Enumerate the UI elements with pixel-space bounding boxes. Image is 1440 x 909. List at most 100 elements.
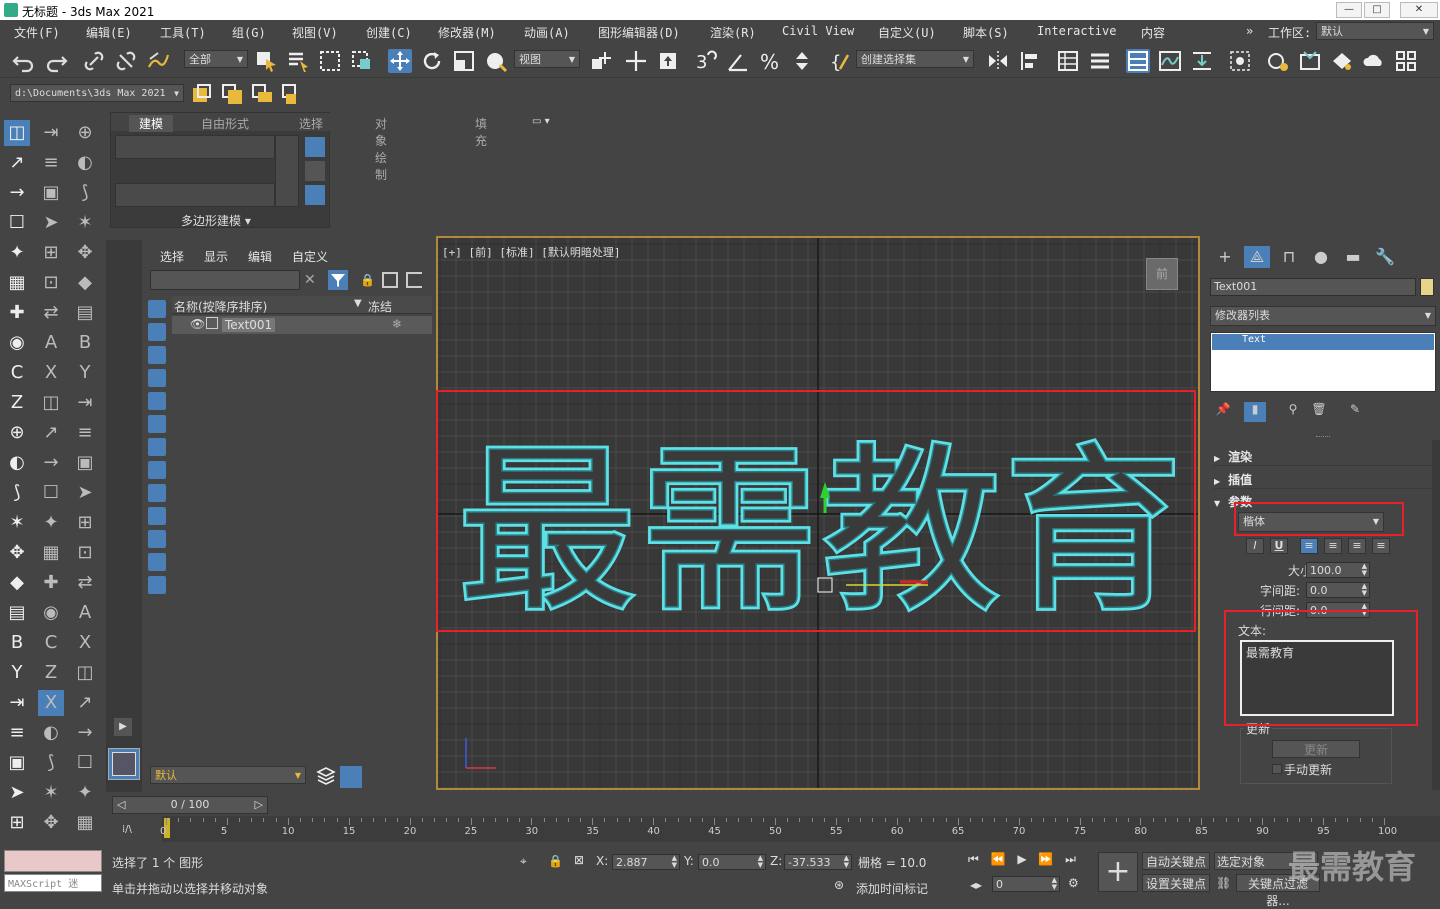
select-manipulate-icon[interactable] — [624, 49, 648, 73]
type-filter-icon[interactable] — [148, 622, 166, 640]
explorer-tab-3[interactable]: 自定义 — [292, 248, 328, 265]
ribbon-tool-icon[interactable] — [305, 185, 325, 205]
menu-item-12[interactable]: 脚本(S) — [963, 24, 1009, 41]
maximize-button[interactable]: □ — [1364, 2, 1390, 18]
cmd-tab-icon-1[interactable]: ⟁ — [1244, 246, 1270, 268]
clear-search-icon[interactable]: ✕ — [304, 272, 316, 288]
tool-strip-icon[interactable]: ⊞ — [38, 240, 64, 266]
tool-strip-icon[interactable]: ◫ — [72, 660, 98, 686]
tool-strip-icon[interactable]: ➤ — [38, 210, 64, 236]
manual-update-checkbox[interactable] — [1272, 764, 1282, 774]
tool-strip-icon[interactable]: ➤ — [72, 480, 98, 506]
set-key-button[interactable]: 设置关键点 — [1142, 874, 1210, 892]
menu-item-5[interactable]: 创建(C) — [366, 24, 412, 41]
tool-strip-icon[interactable]: ▣ — [72, 450, 98, 476]
rect-selection-icon[interactable] — [318, 49, 342, 73]
tool-strip-icon[interactable]: Y — [72, 360, 98, 386]
align-icon[interactable] — [1018, 49, 1042, 73]
col-name-header[interactable]: 名称(按降序排序) — [174, 298, 267, 315]
menu-item-0[interactable]: 文件(F) — [14, 24, 60, 41]
tool-strip-icon[interactable]: ⊕ — [72, 120, 98, 146]
type-filter-icon[interactable] — [148, 392, 166, 410]
stack-tool-icon-4[interactable]: ✎ — [1344, 402, 1366, 422]
ribbon-tab-2[interactable]: 选择 — [299, 115, 323, 132]
key-filter-icon[interactable]: ⛓ — [1216, 876, 1231, 890]
tool-strip-icon[interactable]: ⊡ — [72, 540, 98, 566]
tool-strip-icon[interactable]: ▣ — [38, 180, 64, 206]
bind-spacewarp-icon[interactable] — [146, 49, 170, 73]
redo-icon[interactable] — [44, 49, 68, 73]
tool-strip-icon[interactable]: ≡ — [38, 150, 64, 176]
eye-icon[interactable]: 👁 — [190, 317, 205, 331]
playback-controls[interactable]: ⏮ ⏪ ▶ ⏩ ⏭ — [968, 852, 1080, 867]
type-filter-icon[interactable] — [148, 415, 166, 433]
justify-icon[interactable]: ≡ — [1372, 538, 1390, 554]
tool-strip-icon[interactable]: ✦ — [72, 780, 98, 806]
spinner-icon[interactable]: ▲ ▼ — [672, 855, 677, 869]
tool-strip-icon[interactable]: ✥ — [72, 240, 98, 266]
ribbon-tab-3[interactable]: 对象绘制 — [375, 115, 387, 183]
type-filter-icon[interactable] — [148, 507, 166, 525]
menu-item-11[interactable]: 自定义(U) — [878, 24, 936, 41]
menu-item-13[interactable]: Interactive — [1037, 24, 1116, 38]
tool-strip-icon[interactable]: ⊡ — [38, 270, 64, 296]
close-button[interactable]: ✕ — [1400, 2, 1438, 18]
menu-item-9[interactable]: 渲染(R) — [710, 24, 756, 41]
sort-arrow-icon[interactable]: ▼ — [354, 298, 362, 309]
tool-strip-icon[interactable]: ⟆ — [38, 750, 64, 776]
tool-strip-icon[interactable]: X — [72, 630, 98, 656]
tool-strip-icon[interactable]: ✦ — [38, 510, 64, 536]
tool-strip-icon[interactable]: Z — [38, 660, 64, 686]
cmd-tab-icon-2[interactable]: ⊓ — [1276, 246, 1302, 268]
ribbon-tab-0[interactable]: 建模 — [129, 115, 174, 132]
hierarchy-icon[interactable] — [382, 272, 398, 288]
ribbon-options-icon[interactable]: ▭ ▾ — [532, 116, 550, 127]
spinner-icon[interactable]: ▲ ▼ — [758, 855, 763, 869]
menu-item-14[interactable]: 内容 — [1141, 24, 1165, 41]
cmd-tab-icon-0[interactable]: + — [1212, 246, 1238, 268]
tool-strip-icon[interactable]: ⟆ — [72, 180, 98, 206]
a360-gallery-icon[interactable] — [1394, 49, 1418, 73]
tool-strip-icon[interactable]: ▤ — [72, 300, 98, 326]
object-color-swatch[interactable] — [1420, 278, 1434, 296]
scene-explorer-icon[interactable] — [1126, 49, 1150, 73]
tool-strip-icon[interactable]: ⇥ — [72, 390, 98, 416]
maxscript-input[interactable]: MAXScript 迷 — [4, 874, 102, 892]
edit-named-selection-icon[interactable]: { — [828, 49, 852, 73]
project-open-icon[interactable] — [220, 82, 244, 106]
tool-strip-icon[interactable]: → — [38, 450, 64, 476]
menu-item-7[interactable]: 动画(A) — [524, 24, 570, 41]
type-filter-icon[interactable] — [148, 668, 166, 686]
type-filter-icon[interactable] — [148, 645, 166, 663]
tool-strip-icon[interactable]: A — [72, 600, 98, 626]
snaps-toggle-icon[interactable]: 3 — [694, 49, 718, 73]
curve-editor-icon[interactable] — [1158, 49, 1182, 73]
italic-icon[interactable]: I — [1246, 538, 1264, 554]
tool-strip-icon[interactable]: ✶ — [4, 510, 30, 536]
menu-item-8[interactable]: 图形编辑器(D) — [598, 24, 680, 41]
tool-strip-icon[interactable]: X — [38, 690, 64, 716]
viewport-layout-icon[interactable] — [108, 748, 140, 780]
type-filter-icon[interactable] — [148, 300, 166, 318]
time-config-icon[interactable]: ⚙ — [1068, 876, 1079, 890]
track-bar-icon[interactable]: ⁞/\ — [122, 824, 132, 835]
stack-tool-icon-3[interactable]: 🗑 — [1308, 402, 1330, 422]
link-icon[interactable] — [82, 49, 106, 73]
menu-item-1[interactable]: 编辑(E) — [86, 24, 132, 41]
tool-strip-icon[interactable]: ⟆ — [4, 480, 30, 506]
tool-strip-icon[interactable]: ◉ — [4, 330, 30, 356]
align-right-icon[interactable]: ≡ — [1348, 538, 1366, 554]
current-frame-field[interactable]: 0 ▲ ▼ — [992, 876, 1060, 892]
z-coord-field[interactable]: -37.533 ▲ ▼ — [784, 854, 852, 870]
toggle-ribbon-icon[interactable] — [1088, 49, 1112, 73]
rollout-interp[interactable]: ▶ 插值 — [1214, 471, 1434, 489]
tool-strip-icon[interactable]: ▦ — [38, 540, 64, 566]
ribbon-group-dropdown[interactable]: 多边形建模 ▾ — [181, 212, 251, 229]
type-filter-icon[interactable] — [148, 484, 166, 502]
prev-frame-icon[interactable]: ◁ — [117, 797, 125, 813]
tool-strip-icon[interactable]: ▦ — [72, 810, 98, 836]
tool-strip-icon[interactable]: → — [72, 720, 98, 746]
window-crossing-icon[interactable] — [350, 49, 374, 73]
tool-strip-icon[interactable]: B — [72, 330, 98, 356]
rollout-render[interactable]: ▶ 渲染 — [1214, 448, 1434, 466]
